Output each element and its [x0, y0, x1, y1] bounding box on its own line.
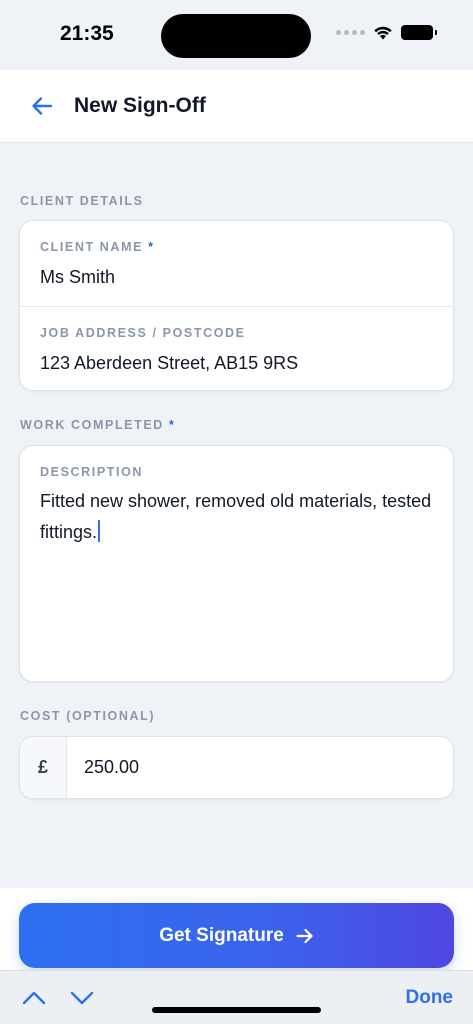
client-details-section-label: CLIENT DETAILS	[20, 194, 144, 208]
job-address-input[interactable]: 123 Aberdeen Street, AB15 9RS	[40, 353, 433, 374]
currency-symbol: £	[20, 737, 67, 798]
status-time: 21:35	[60, 22, 114, 45]
text-caret	[98, 520, 101, 542]
dynamic-island	[161, 14, 311, 58]
client-name-field[interactable]: CLIENT NAME * Ms Smith	[20, 221, 453, 306]
job-address-field[interactable]: JOB ADDRESS / POSTCODE 123 Aberdeen Stre…	[20, 307, 453, 391]
get-signature-label: Get Signature	[159, 924, 284, 946]
next-field-button[interactable]	[68, 987, 96, 1009]
chevron-up-icon	[22, 991, 46, 1005]
client-name-label: CLIENT NAME *	[40, 240, 155, 254]
client-details-card: CLIENT NAME * Ms Smith JOB ADDRESS / POS…	[19, 220, 454, 391]
status-bar: 21:35	[0, 0, 473, 70]
battery-icon	[401, 25, 437, 40]
description-textarea[interactable]: Fitted new shower, removed old materials…	[40, 486, 433, 548]
cost-section-label: COST (OPTIONAL)	[20, 709, 156, 723]
description-field[interactable]: DESCRIPTION Fitted new shower, removed o…	[20, 465, 453, 548]
arrow-right-icon	[296, 928, 313, 943]
previous-field-button[interactable]	[20, 987, 48, 1009]
app-header: New Sign-Off	[0, 70, 473, 143]
cost-input[interactable]: 250.00	[67, 737, 139, 798]
get-signature-button[interactable]: Get Signature	[19, 903, 454, 968]
done-button[interactable]: Done	[406, 987, 454, 1009]
back-arrow-icon	[32, 97, 53, 115]
work-completed-section-label: WORK COMPLETED *	[20, 418, 176, 432]
keyboard-toolbar: Done	[0, 970, 473, 1024]
home-indicator[interactable]	[152, 1007, 321, 1013]
chevron-down-icon	[70, 991, 94, 1005]
client-name-input[interactable]: Ms Smith	[40, 267, 433, 288]
description-card[interactable]: DESCRIPTION Fitted new shower, removed o…	[19, 445, 454, 682]
wifi-icon	[374, 26, 392, 40]
status-icons	[336, 25, 437, 40]
description-label: DESCRIPTION	[40, 465, 144, 479]
cost-field[interactable]: £ 250.00	[19, 736, 454, 799]
page-title: New Sign-Off	[74, 94, 206, 117]
signal-icon	[336, 30, 365, 35]
job-address-label: JOB ADDRESS / POSTCODE	[40, 326, 246, 340]
back-button[interactable]	[22, 86, 62, 126]
